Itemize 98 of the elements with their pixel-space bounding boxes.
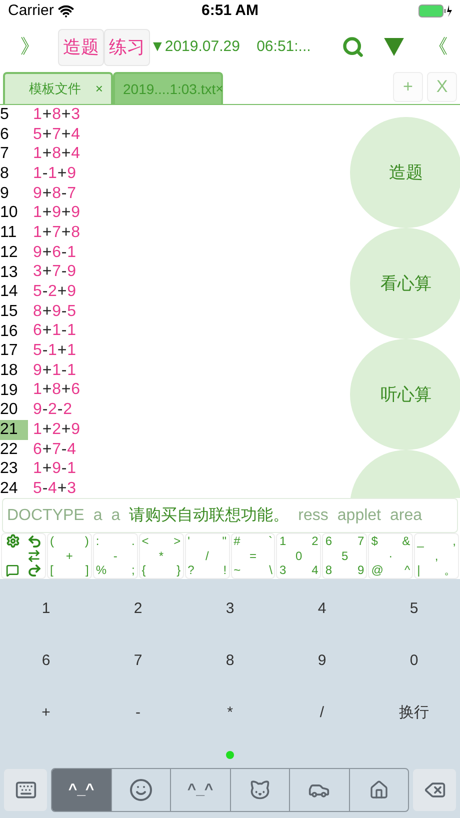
line-number: 12: [0, 242, 19, 262]
code-line: 1+9-1: [33, 459, 76, 480]
round-action-button[interactable]: 听心算: [350, 339, 460, 450]
number-key[interactable]: 4: [276, 583, 368, 635]
number-key[interactable]: 3: [184, 583, 276, 635]
close-tab-button[interactable]: ×: [216, 79, 224, 99]
line-number: 18: [0, 360, 19, 381]
code-line: 9+6-1: [33, 242, 76, 263]
line-number: 13: [0, 262, 19, 282]
tab-action-button[interactable]: +: [393, 72, 423, 102]
message-icon[interactable]: [6, 564, 20, 578]
line-number: 6: [0, 124, 10, 144]
page-indicator-icon: [226, 751, 234, 759]
line-number: 5: [0, 105, 10, 125]
code-line: 6+7-4: [33, 440, 76, 460]
line-number: 23: [0, 459, 19, 480]
code-line: 1+9+9: [33, 203, 80, 224]
date-dropdown[interactable]: ▼2019.07.29 06:51:...: [150, 36, 311, 58]
number-key[interactable]: 换行: [368, 687, 460, 739]
round-action-button[interactable]: 看心算: [350, 228, 460, 339]
status-time: 6:51 AM: [202, 0, 258, 21]
suggestion-word[interactable]: area: [390, 504, 422, 528]
smiley-icon: [128, 778, 153, 802]
code-line: 1+8+3: [33, 105, 80, 125]
number-key[interactable]: -: [92, 687, 184, 739]
line-number: 22: [0, 440, 19, 460]
keyboard-switch-button[interactable]: [4, 769, 47, 811]
line-number: 19: [0, 380, 19, 400]
toolbar-button[interactable]: 练习: [104, 28, 150, 66]
round-action-button[interactable]: 造题: [350, 117, 460, 228]
line-number: 16: [0, 322, 19, 342]
suggestion-word[interactable]: ress: [298, 504, 328, 528]
file-tab[interactable]: 模板文件 ×: [3, 72, 113, 104]
number-key[interactable]: 2: [92, 583, 184, 635]
collapse-button[interactable]: 《: [428, 32, 448, 62]
file-tab[interactable]: 2019....1:03.txt×: [113, 72, 223, 104]
search-icon[interactable]: [342, 36, 364, 58]
close-tab-button[interactable]: ×: [95, 79, 103, 99]
suggestion-word[interactable]: a: [93, 504, 102, 528]
house-icon: [368, 780, 389, 800]
number-key[interactable]: 7: [92, 635, 184, 687]
code-line: 1-1+9: [33, 164, 76, 184]
battery-icon: [418, 4, 452, 18]
line-number: 7: [0, 144, 10, 164]
line-number: 9: [0, 184, 10, 204]
code-line: 8+9-5: [33, 302, 76, 322]
settings-icon[interactable]: [6, 534, 20, 548]
code-line: 1+8+4: [33, 144, 80, 164]
line-number: 24: [0, 479, 19, 498]
kaomoji-tab[interactable]: ^_^: [171, 769, 230, 811]
expand-button[interactable]: 》: [20, 32, 58, 62]
code-line: 9+8-7: [33, 184, 76, 204]
line-number: 20: [0, 400, 19, 420]
backspace-button[interactable]: [413, 769, 456, 811]
suggestion-word[interactable]: DOCTYPE: [7, 504, 84, 528]
number-key[interactable]: 6: [0, 635, 92, 687]
line-number: 14: [0, 282, 19, 302]
number-key[interactable]: +: [0, 687, 92, 739]
number-key[interactable]: 8: [184, 635, 276, 687]
code-line: 5+7+4: [33, 124, 80, 145]
suggestion-word[interactable]: a: [111, 504, 120, 528]
number-key[interactable]: *: [184, 687, 276, 739]
number-key[interactable]: 9: [276, 635, 368, 687]
code-line: 5-4+3: [33, 478, 76, 498]
code-line: 6+1-1: [33, 321, 76, 342]
tab-label: 模板文件: [28, 80, 81, 98]
code-line: 9+1-1: [33, 360, 76, 381]
tab-label: 2019....1:03.txt: [123, 80, 216, 98]
animal-icon: [248, 779, 271, 801]
code-line: 5-1+1: [33, 341, 76, 362]
number-key[interactable]: 0: [368, 635, 460, 687]
line-number: 8: [0, 164, 10, 184]
suggestion-word[interactable]: applet: [337, 504, 381, 528]
code-line: 1+8+6: [33, 380, 80, 400]
redo-icon[interactable]: [26, 563, 42, 578]
code-line: 1+2+9: [33, 420, 80, 440]
toolbar-button[interactable]: 造题: [58, 28, 104, 66]
undo-icon[interactable]: [26, 534, 42, 549]
purchase-notice: 请购买自动联想功能。: [129, 506, 290, 526]
carrier-text: Carrier: [8, 0, 54, 21]
kaomoji-tab[interactable]: ^_^: [52, 769, 112, 811]
code-line: 9-2-2: [33, 400, 72, 420]
triangle-down-icon[interactable]: [384, 38, 404, 56]
keyboard-icon: [14, 779, 36, 801]
wifi-icon: [58, 3, 74, 19]
code-line: 1+7+8: [33, 222, 80, 243]
line-number: 17: [0, 341, 19, 361]
tab-action-button[interactable]: X: [427, 72, 457, 102]
line-number: 10: [0, 203, 19, 224]
line-number: 15: [0, 302, 19, 322]
code-line: 3+7-9: [33, 262, 76, 282]
number-key[interactable]: 5: [368, 583, 460, 635]
code-line: 5-2+9: [33, 282, 76, 302]
number-key[interactable]: 1: [0, 583, 92, 635]
line-number: 21: [0, 420, 28, 440]
tab-indent-icon[interactable]: [27, 548, 42, 563]
number-key[interactable]: /: [276, 687, 368, 739]
line-number: 11: [0, 223, 18, 243]
